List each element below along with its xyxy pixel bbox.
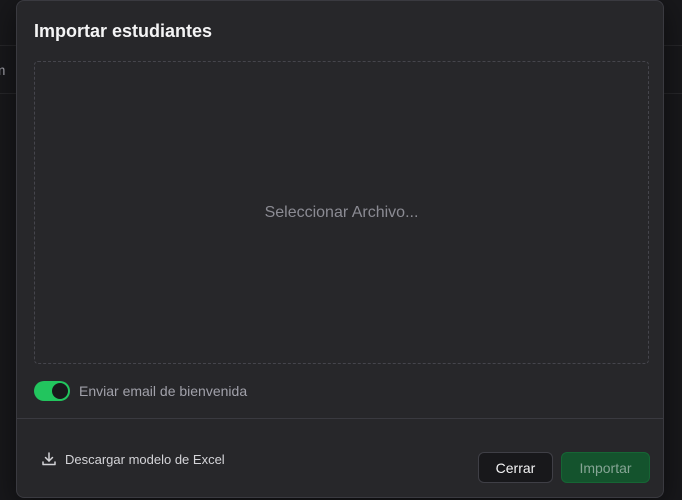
close-button[interactable]: Cerrar <box>478 452 553 483</box>
import-button[interactable]: Importar <box>561 452 650 483</box>
background-cell: om <box>0 62 5 78</box>
import-students-dialog: Importar estudiantes Seleccionar Archivo… <box>16 0 664 498</box>
welcome-email-toggle[interactable] <box>34 381 70 401</box>
dropzone-label: Seleccionar Archivo... <box>264 203 419 221</box>
download-template-label: Descargar modelo de Excel <box>65 451 225 467</box>
dialog-title: Importar estudiantes <box>34 21 213 41</box>
welcome-email-label: Enviar email de bienvenida <box>79 383 248 399</box>
download-template-link[interactable]: Descargar modelo de Excel <box>41 451 225 467</box>
toggle-knob <box>52 383 68 399</box>
welcome-email-option: Enviar email de bienvenida <box>34 381 247 401</box>
download-icon <box>41 451 57 467</box>
file-dropzone[interactable]: Seleccionar Archivo... <box>34 61 649 364</box>
footer-divider <box>17 418 663 419</box>
background-cell: ofi <box>0 11 1 27</box>
